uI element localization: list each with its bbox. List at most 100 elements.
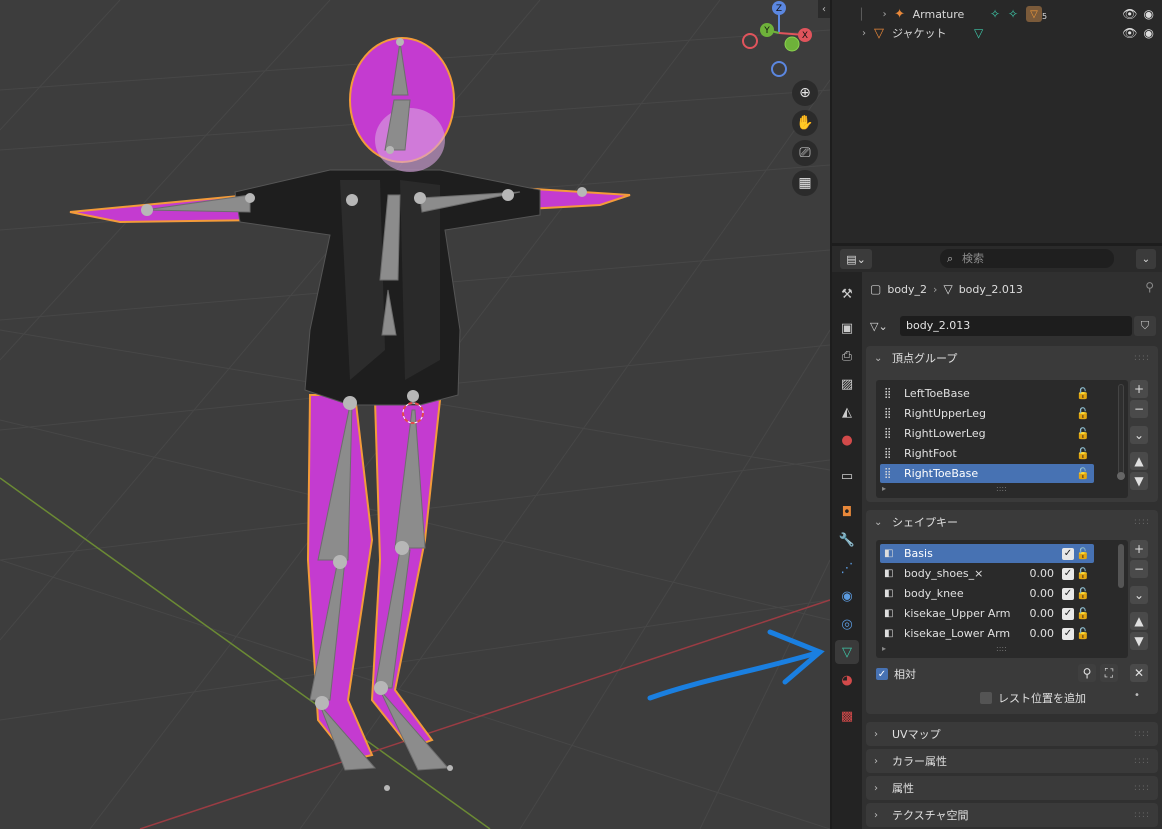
resize-grip-icon[interactable]: :::: [996,484,1007,493]
lock-icon[interactable]: 🔓 [1076,427,1090,440]
collection-tab-icon[interactable]: ▭ [835,464,859,488]
vertex-group-list[interactable]: ⣿ LeftToeBase 🔓 ⣿ RightUpperLeg 🔓 ⣿ Righ… [876,380,1128,498]
lock-icon[interactable]: 🔓 [1076,387,1090,400]
bone-icon[interactable]: ✧ [1008,7,1018,21]
output-tab-icon[interactable]: ⎙ [835,344,859,368]
list-item[interactable]: ◧ kisekae_Lower Arm 0.00 ✓ 🔓 [880,624,1094,643]
lock-icon[interactable]: 🔓 [1076,587,1090,600]
editor-type-dropdown[interactable]: ▤⌄ [840,249,872,269]
list-item[interactable]: ⣿ RightFoot 🔓 [880,444,1094,463]
render-tab-icon[interactable]: ▣ [835,316,859,340]
mute-checkbox[interactable]: ✓ [1062,567,1074,580]
clear-shape-keys-button[interactable]: ✕ [1130,664,1148,682]
texture-space-panel[interactable]: › テクスチャ空間 :::: [866,803,1158,827]
modifier-tab-icon[interactable]: 🔧 [835,528,859,552]
constraints-tab-icon[interactable]: ◎ [835,612,859,636]
shape-key-value[interactable]: 0.00 [1030,587,1055,600]
properties-editor[interactable]: ▤⌄ ⌕ 検索 ⌄ ⚒ ▣ ⎙ ▨ ◭ ● ▭ ◘ 🔧 ⋰ ◉ ◎ ▽ ◕ ▩ … [832,246,1162,829]
scene-tab-icon[interactable]: ◭ [835,400,859,424]
vertex-group-specials-button[interactable]: ⌄ [1130,426,1148,444]
add-shape-key-button[interactable]: + [1130,540,1148,558]
render-camera-icon[interactable]: ◉ [1144,7,1154,21]
world-tab-icon[interactable]: ● [835,428,859,452]
remove-shape-key-button[interactable]: − [1130,560,1148,578]
resize-grip-icon[interactable]: :::: [996,644,1007,653]
lock-icon[interactable]: 🔓 [1076,467,1090,480]
mute-checkbox[interactable]: ✓ [1062,627,1074,640]
relative-checkbox[interactable]: ✓ [876,668,888,680]
navigation-gizmo[interactable]: Z Y X [738,0,820,80]
list-item[interactable]: ⣿ RightUpperLeg 🔓 [880,404,1094,423]
mesh-data-icon[interactable]: ▽ [974,26,983,40]
zoom-icon[interactable]: ⊕ [792,80,818,106]
drag-grip-icon[interactable]: :::: [1134,783,1150,793]
camera-view-icon[interactable]: ⎚ [792,140,818,166]
remove-vertex-group-button[interactable]: − [1130,400,1148,418]
particles-tab-icon[interactable]: ⋰ [835,556,859,580]
pan-hand-icon[interactable]: ✋ [792,110,818,136]
move-up-button[interactable]: ▲ [1130,612,1148,630]
material-tab-icon[interactable]: ◕ [835,668,859,692]
shape-key-value[interactable]: 0.00 [1030,607,1055,620]
mesh-data-tab-icon[interactable]: ▽ [835,640,859,664]
texture-tab-icon[interactable]: ▩ [835,704,859,728]
vertex-groups-header[interactable]: ⌄ 頂点グループ :::: [866,346,1158,370]
lock-icon[interactable]: 🔓 [1076,547,1090,560]
mute-checkbox[interactable]: ✓ [1062,547,1074,560]
shape-key-value[interactable]: 0.00 [1030,627,1055,640]
lock-icon[interactable]: 🔓 [1076,447,1090,460]
mute-checkbox[interactable]: ✓ [1062,587,1074,600]
expand-arrow-icon[interactable]: › [879,9,891,20]
shape-key-specials-button[interactable]: ⌄ [1130,586,1148,604]
drag-grip-icon[interactable]: :::: [1134,353,1150,363]
shape-key-pin-icon[interactable]: ⚲ [1078,664,1096,682]
drag-grip-icon[interactable]: :::: [1134,517,1150,527]
sidebar-toggle-icon[interactable]: ‹ [818,0,830,18]
move-down-button[interactable]: ▼ [1130,472,1148,490]
attributes-panel[interactable]: › 属性 :::: [866,776,1158,800]
drag-grip-icon[interactable]: :::: [1134,756,1150,766]
lock-icon[interactable]: 🔓 [1076,607,1090,620]
add-rest-checkbox[interactable] [980,692,992,704]
lock-icon[interactable]: 🔓 [1076,407,1090,420]
add-rest-option[interactable]: レスト位置を追加 [980,690,1086,706]
edit-mode-icon[interactable]: ⛶ [1100,664,1118,682]
object-tab-icon[interactable]: ◘ [835,500,859,524]
move-up-button[interactable]: ▲ [1130,452,1148,470]
mesh-child-icon[interactable]: ▽ [1026,6,1042,22]
outliner-row-armature[interactable]: │ › ✦ Armature ✧ ✧ ▽ 5 👁 ◉ [832,4,1162,24]
drag-grip-icon[interactable]: :::: [1134,810,1150,820]
search-input[interactable]: ⌕ 検索 [940,249,1114,268]
list-scrollbar[interactable] [1118,384,1124,476]
list-item[interactable]: ⣿ LeftToeBase 🔓 [880,384,1094,403]
visibility-eye-icon[interactable]: 👁 [1122,26,1137,40]
shape-keys-header[interactable]: ⌄ シェイプキー :::: [866,510,1158,534]
shape-key-value[interactable]: 0.00 [1030,567,1055,580]
list-item[interactable]: ◧ body_shoes_× 0.00 ✓ 🔓 [880,564,1094,583]
mesh-name-field[interactable]: body_2.013 [900,316,1132,336]
list-item-selected[interactable]: ◧ Basis ✓ 🔓 [880,544,1094,563]
relative-option[interactable]: ✓ 相対 [876,666,916,682]
list-item[interactable]: ◧ body_knee 0.00 ✓ 🔓 [880,584,1094,603]
tool-tab-icon[interactable]: ⚒ [835,282,859,306]
options-dropdown[interactable]: ⌄ [1136,249,1156,269]
color-attributes-panel[interactable]: › カラー属性 :::: [866,749,1158,773]
expand-arrow-icon[interactable]: › [858,28,870,39]
mesh-browse-dropdown[interactable]: ▽⌄ [870,317,898,335]
uv-maps-panel[interactable]: › UVマップ :::: [866,722,1158,746]
move-down-button[interactable]: ▼ [1130,632,1148,650]
shape-key-list[interactable]: ◧ Basis ✓ 🔓 ◧ body_shoes_× 0.00 ✓ 🔓 ◧ bo… [876,540,1128,658]
outliner[interactable]: │ › ✦ Armature ✧ ✧ ▽ 5 👁 ◉ › ▽ ジャケット ▽ 👁 ◉ [832,0,1162,243]
fake-user-shield-icon[interactable]: ⛉ [1134,316,1156,336]
expand-filter-icon[interactable]: ▸ [882,484,886,493]
mute-checkbox[interactable]: ✓ [1062,607,1074,620]
list-item[interactable]: ⣿ RightLowerLeg 🔓 [880,424,1094,443]
add-vertex-group-button[interactable]: + [1130,380,1148,398]
expand-filter-icon[interactable]: ▸ [882,644,886,653]
scroll-handle[interactable] [1117,472,1125,480]
3d-viewport[interactable]: Z Y X ⊕ ✋ ⎚ ▦ ‹ [0,0,830,829]
list-item-selected[interactable]: ⣿ RightToeBase 🔓 [880,464,1094,483]
list-scrollbar[interactable] [1118,544,1124,588]
view-layer-tab-icon[interactable]: ▨ [835,372,859,396]
drag-grip-icon[interactable]: :::: [1134,729,1150,739]
